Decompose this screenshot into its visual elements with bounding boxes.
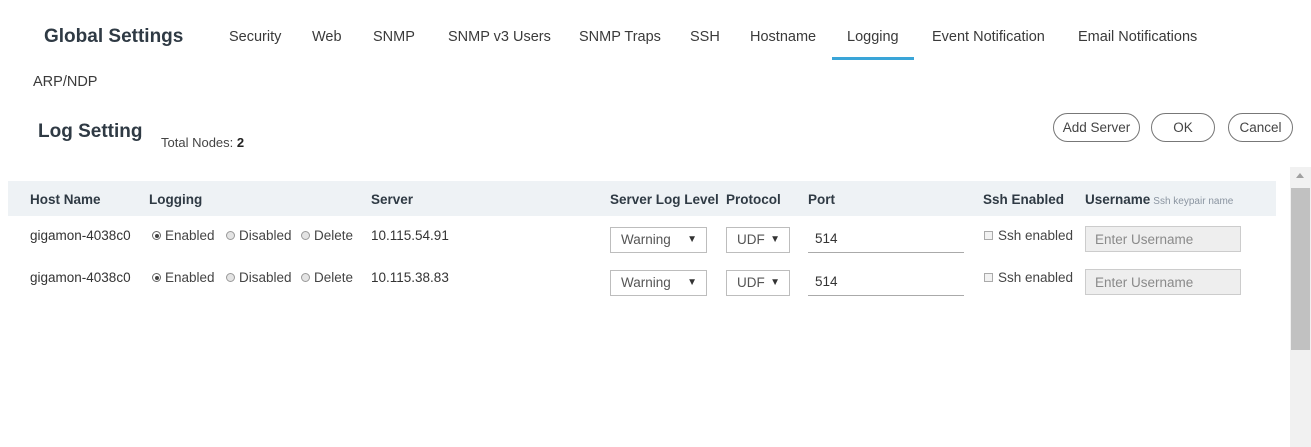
checkbox-label: Ssh enabled	[998, 228, 1074, 243]
server-log-level-select[interactable]: Warning ▼	[610, 270, 707, 296]
column-host-name: Host Name	[30, 192, 101, 207]
port-input[interactable]	[808, 268, 964, 296]
username-input[interactable]	[1085, 226, 1241, 252]
ok-button[interactable]: OK	[1151, 113, 1215, 142]
row-server: 10.115.38.83	[371, 270, 449, 285]
ssh-enabled-checkbox[interactable]: Ssh enabled	[984, 270, 1073, 285]
dropdown-arrow-icon: ▼	[687, 234, 697, 245]
column-port: Port	[808, 192, 835, 207]
dropdown-arrow-icon: ▼	[687, 277, 697, 288]
column-username-label: Username	[1085, 192, 1151, 207]
ssh-enabled-checkbox[interactable]: Ssh enabled	[984, 228, 1073, 243]
protocol-select[interactable]: UDF ▼	[726, 270, 790, 296]
logging-delete-radio[interactable]: Delete	[301, 270, 353, 285]
logging-enabled-radio[interactable]: Enabled	[152, 228, 215, 243]
radio-unselected-icon	[301, 273, 310, 282]
tab-security[interactable]: Security	[229, 29, 281, 45]
column-server-log-level: Server Log Level	[610, 192, 719, 207]
dropdown-arrow-icon: ▼	[770, 234, 780, 245]
radio-unselected-icon	[226, 231, 235, 240]
row-host-name: gigamon-4038c0	[30, 270, 131, 285]
tab-email-notifications[interactable]: Email Notifications	[1078, 29, 1197, 45]
tab-web[interactable]: Web	[312, 29, 342, 45]
radio-label: Disabled	[239, 228, 292, 243]
dropdown-arrow-icon: ▼	[770, 277, 780, 288]
settings-nav: Global Settings Security Web SNMP SNMP v…	[0, 0, 1290, 110]
tab-hostname[interactable]: Hostname	[750, 29, 816, 45]
select-value: Warning	[621, 275, 671, 290]
vertical-scrollbar[interactable]	[1290, 167, 1311, 447]
select-value: Warning	[621, 232, 671, 247]
radio-label: Disabled	[239, 270, 292, 285]
column-logging: Logging	[149, 192, 203, 207]
radio-selected-icon	[152, 273, 161, 282]
column-username: Username Ssh keypair name	[1085, 192, 1233, 207]
port-input[interactable]	[808, 225, 964, 253]
tab-ssh[interactable]: SSH	[690, 29, 720, 45]
logging-enabled-radio[interactable]: Enabled	[152, 270, 215, 285]
page-title: Log Setting	[38, 121, 143, 142]
column-protocol: Protocol	[726, 192, 781, 207]
nav-title: Global Settings	[44, 26, 184, 47]
tab-snmp-traps[interactable]: SNMP Traps	[579, 29, 661, 45]
cancel-button[interactable]: Cancel	[1228, 113, 1293, 142]
tab-arp-ndp[interactable]: ARP/NDP	[33, 74, 97, 90]
checkbox-label: Ssh enabled	[998, 270, 1074, 285]
scrollbar-thumb[interactable]	[1291, 188, 1310, 350]
logging-disabled-radio[interactable]: Disabled	[226, 228, 292, 243]
scroll-up-arrow-icon[interactable]	[1296, 173, 1304, 178]
tab-event-notification[interactable]: Event Notification	[932, 29, 1045, 45]
protocol-select[interactable]: UDF ▼	[726, 227, 790, 253]
radio-label: Delete	[314, 270, 354, 285]
logging-disabled-radio[interactable]: Disabled	[226, 270, 292, 285]
radio-label: Enabled	[165, 228, 215, 243]
radio-unselected-icon	[226, 273, 235, 282]
column-server: Server	[371, 192, 414, 207]
radio-selected-icon	[152, 231, 161, 240]
add-server-button[interactable]: Add Server	[1053, 113, 1140, 142]
column-ssh-enabled: Ssh Enabled	[983, 192, 1065, 207]
radio-label: Enabled	[165, 270, 215, 285]
server-log-level-select[interactable]: Warning ▼	[610, 227, 707, 253]
select-value: UDF	[737, 275, 765, 290]
total-nodes: Total Nodes: 2	[161, 135, 244, 150]
tab-snmp[interactable]: SNMP	[373, 29, 415, 45]
checkbox-icon	[984, 231, 993, 240]
logging-delete-radio[interactable]: Delete	[301, 228, 353, 243]
total-nodes-count: 2	[236, 135, 245, 150]
checkbox-icon	[984, 273, 993, 282]
tab-logging[interactable]: Logging	[832, 29, 914, 60]
tab-snmp-v3-users[interactable]: SNMP v3 Users	[448, 29, 551, 45]
column-username-hint: Ssh keypair name	[1153, 196, 1234, 207]
select-value: UDF	[737, 232, 765, 247]
radio-label: Delete	[314, 228, 354, 243]
radio-unselected-icon	[301, 231, 310, 240]
username-input[interactable]	[1085, 269, 1241, 295]
row-server: 10.115.54.91	[371, 228, 449, 243]
total-nodes-label: Total Nodes:	[161, 135, 234, 150]
row-host-name: gigamon-4038c0	[30, 228, 131, 243]
